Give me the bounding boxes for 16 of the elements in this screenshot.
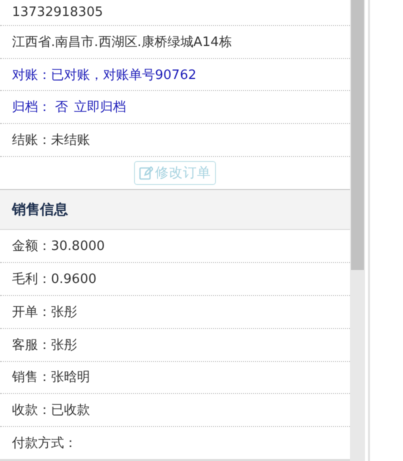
info-text: 客服：张彤 — [12, 336, 77, 354]
edit-icon — [139, 166, 153, 180]
section-header: 销售信息 — [0, 190, 350, 230]
info-text: 归档： 否 — [12, 99, 68, 116]
info-text: 开单：张彤 — [12, 304, 77, 321]
info-text: 结账：未结账 — [12, 132, 90, 150]
archive-link[interactable]: 立即归档 — [74, 98, 126, 116]
info-text: 毛利：0.9600 — [12, 271, 96, 288]
info-text: 销售：张晗明 — [12, 369, 90, 386]
info-text: 收款：已收款 — [12, 402, 90, 420]
info-text: 江西省.南昌市.西湖区.康桥绿城A14栋 — [12, 34, 232, 51]
scrollbar[interactable] — [350, 0, 365, 461]
info-text: 13732918305 — [12, 4, 103, 20]
info-text: 金额：30.8000 — [12, 238, 105, 256]
info-text: 对账：已对账，对账单号90762 — [12, 66, 196, 84]
info-text: 付款方式： — [12, 435, 77, 452]
